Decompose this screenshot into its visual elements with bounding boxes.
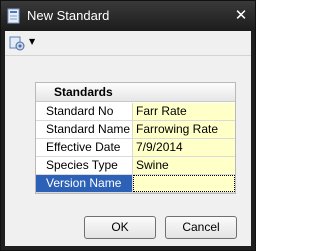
close-button[interactable]: ✕ bbox=[233, 7, 249, 23]
gear-icon[interactable] bbox=[9, 35, 25, 51]
version-name-field[interactable] bbox=[133, 175, 235, 192]
grid-row-effective-date[interactable]: Effective Date 7/9/2014 bbox=[36, 139, 235, 157]
row-label: Standard Name bbox=[42, 121, 133, 138]
cancel-button[interactable]: Cancel bbox=[165, 216, 237, 239]
grid-row-standard-no[interactable]: Standard No Farr Rate bbox=[36, 103, 235, 121]
standard-no-field[interactable]: Farr Rate bbox=[133, 103, 235, 120]
grid-header: Standards bbox=[36, 83, 235, 102]
row-label: Version Name bbox=[42, 175, 133, 192]
row-label: Effective Date bbox=[42, 139, 133, 156]
dialog-window: New Standard ✕ ▼ Standards Standard No F… bbox=[0, 0, 256, 251]
row-label: Species Type bbox=[42, 157, 133, 174]
grid-row-version-name[interactable]: Version Name bbox=[36, 175, 235, 193]
grid-row-standard-name[interactable]: Standard Name Farrowing Rate bbox=[36, 121, 235, 139]
dropdown-arrow-icon[interactable]: ▼ bbox=[29, 37, 35, 46]
window-title: New Standard bbox=[27, 8, 110, 23]
toolbar: ▼ bbox=[5, 31, 251, 55]
dialog-body: ▼ Standards Standard No Farr Rate Standa… bbox=[5, 31, 251, 246]
toolbar-divider bbox=[5, 55, 251, 56]
species-type-field[interactable]: Swine bbox=[133, 157, 235, 174]
grid-rows: Standard No Farr Rate Standard Name Farr… bbox=[36, 103, 235, 193]
row-label: Standard No bbox=[42, 103, 133, 120]
standards-grid: Standards Standard No Farr Rate Standard… bbox=[35, 82, 236, 194]
title-bar[interactable]: New Standard ✕ bbox=[1, 1, 255, 31]
effective-date-field[interactable]: 7/9/2014 bbox=[133, 139, 235, 156]
ok-button[interactable]: OK bbox=[84, 216, 156, 239]
standard-name-field[interactable]: Farrowing Rate bbox=[133, 121, 235, 138]
document-icon bbox=[7, 8, 20, 24]
grid-header-label: Standards bbox=[54, 85, 113, 99]
grid-row-species-type[interactable]: Species Type Swine bbox=[36, 157, 235, 175]
